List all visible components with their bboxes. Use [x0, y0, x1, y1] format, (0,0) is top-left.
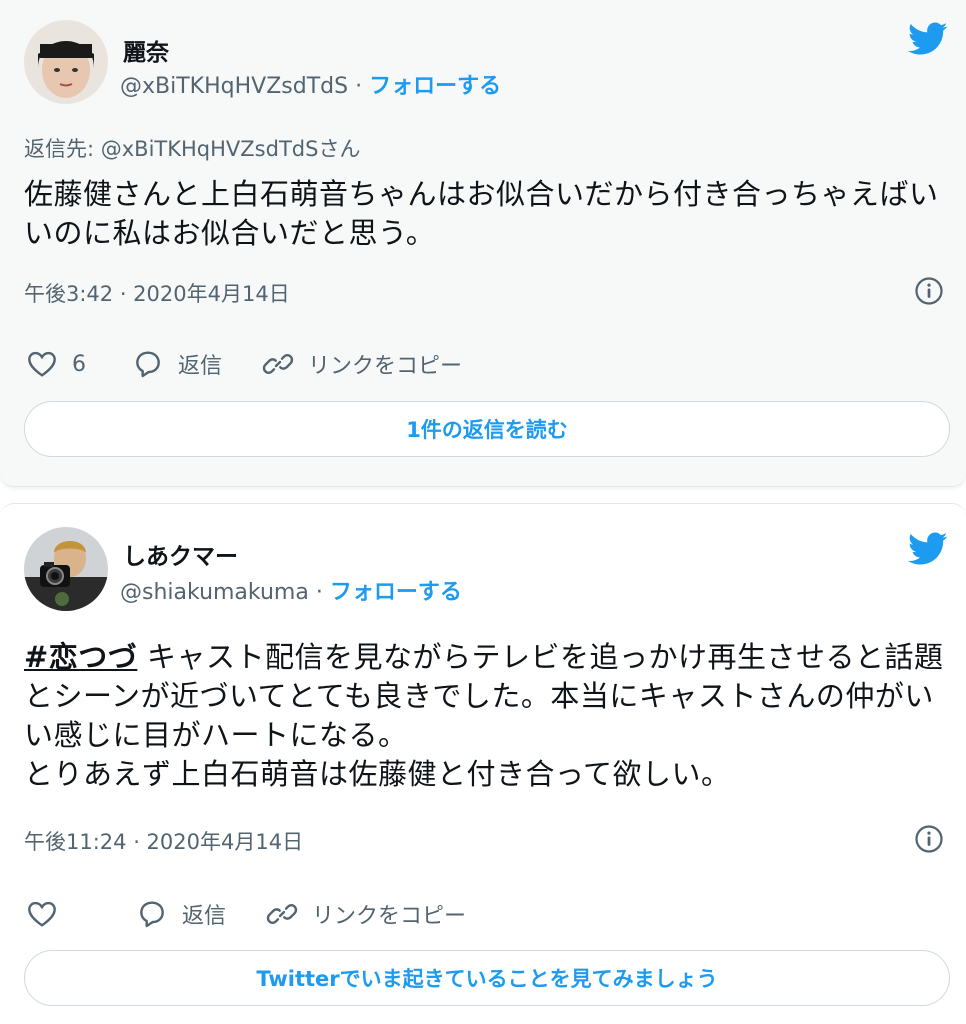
hashtag-link[interactable]: #恋つづ: [24, 640, 137, 674]
link-icon: [266, 903, 298, 925]
speech-bubble-icon: [140, 901, 164, 928]
copy-link-label: リンクをコピー: [308, 354, 463, 379]
action-bar: 6 返信 リンクをコピー: [26, 344, 494, 384]
info-icon[interactable]: [914, 276, 944, 306]
handle-line: @shiakumakuma · フォローする: [120, 574, 462, 606]
like-count: 6: [72, 351, 86, 377]
follow-button[interactable]: フォローする: [330, 580, 462, 605]
tweet-card-1: 麗奈 @xBiTKHqHVZsdTdS · フォローする 返信先: @xBiTK…: [0, 0, 966, 487]
twitter-bird-icon[interactable]: [908, 22, 948, 56]
avatar[interactable]: [24, 20, 108, 104]
link-icon: [262, 353, 294, 375]
action-bar: 返信 リンクをコピー: [26, 894, 498, 934]
handle[interactable]: @shiakumakuma: [120, 580, 309, 605]
display-name[interactable]: しあクマー: [123, 537, 238, 571]
timestamp[interactable]: 午後11:24 · 2020年4月14日: [24, 826, 303, 856]
tweet-body: キャスト配信を見ながらテレビを追っかけ再生させると話題とシーンが近づいてとても良…: [24, 640, 944, 791]
display-name[interactable]: 麗奈: [123, 33, 169, 67]
reply-to-text: 返信先: @xBiTKHqHVZsdTdSさん: [24, 137, 361, 161]
tweet-text: #恋つづ キャスト配信を見ながらテレビを追っかけ再生させると話題とシーンが近づい…: [24, 638, 949, 794]
separator: ·: [315, 580, 323, 605]
reply-label: 返信: [178, 354, 223, 379]
separator: ·: [355, 74, 363, 99]
heart-icon: [28, 351, 56, 377]
heart-icon: [28, 901, 56, 927]
twitter-bird-icon[interactable]: [908, 532, 948, 566]
timestamp[interactable]: 午後3:42 · 2020年4月14日: [24, 278, 290, 308]
handle-line: @xBiTKHqHVZsdTdS · フォローする: [120, 68, 501, 100]
tweet-card-2: しあクマー @shiakumakuma · フォローする #恋つづ キャスト配信…: [0, 503, 966, 1024]
reply-button[interactable]: 返信: [136, 898, 226, 930]
like-button[interactable]: 6: [26, 348, 86, 380]
explore-twitter-button[interactable]: Twitterでいま起きていることを見てみましょう: [24, 950, 950, 1006]
reply-label: 返信: [182, 904, 227, 929]
read-replies-button[interactable]: 1件の返信を読む: [24, 401, 950, 457]
handle[interactable]: @xBiTKHqHVZsdTdS: [120, 74, 348, 99]
copy-link-button[interactable]: リンクをコピー: [266, 898, 466, 930]
avatar[interactable]: [24, 527, 108, 611]
info-icon[interactable]: [914, 824, 944, 854]
like-button[interactable]: [26, 898, 72, 930]
follow-button[interactable]: フォローする: [369, 74, 501, 99]
copy-link-button[interactable]: リンクをコピー: [262, 348, 462, 380]
tweet-text: 佐藤健さんと上白石萌音ちゃんはお似合いだから付き合っちゃえばいいのに私はお似合い…: [24, 177, 939, 250]
copy-link-label: リンクをコピー: [312, 904, 467, 929]
reply-button[interactable]: 返信: [132, 348, 222, 380]
speech-bubble-icon: [136, 351, 160, 378]
